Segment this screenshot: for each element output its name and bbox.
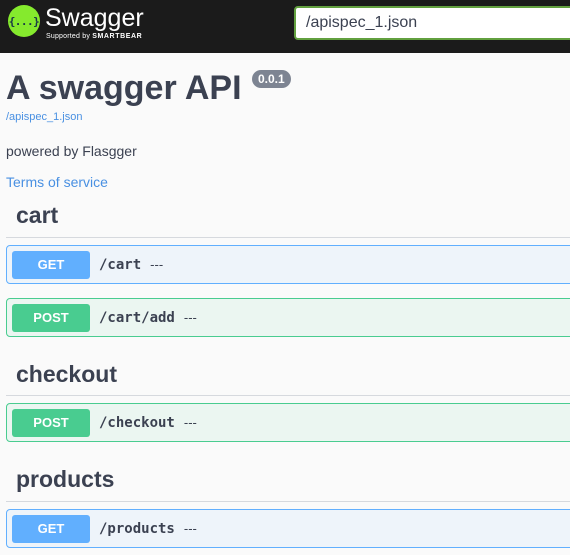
method-badge-get[interactable]: GET bbox=[12, 250, 90, 279]
page-title: A swagger API bbox=[6, 69, 242, 107]
brand-subtitle: Supported by SMARTBEAR bbox=[46, 33, 142, 40]
version-badge: 0.0.1 bbox=[252, 70, 291, 88]
operation-path[interactable]: /cart/add bbox=[99, 310, 175, 326]
terms-of-service-link[interactable]: Terms of service bbox=[6, 174, 108, 190]
opblock-get-products[interactable]: GET /products --- bbox=[6, 509, 570, 548]
method-badge-get[interactable]: GET bbox=[12, 514, 90, 543]
tag-divider bbox=[6, 237, 570, 238]
brand-name[interactable]: Swagger bbox=[45, 4, 144, 32]
operation-path[interactable]: /products bbox=[99, 521, 175, 537]
spec-link[interactable]: /apispec_1.json bbox=[6, 111, 82, 123]
method-badge-post[interactable]: POST bbox=[12, 303, 90, 332]
topbar: {...} Swagger Supported by SMARTBEAR bbox=[0, 0, 570, 53]
tag-heading-products[interactable]: products bbox=[16, 465, 114, 493]
operation-summary: --- bbox=[183, 521, 197, 536]
brand-subtitle-prefix: Supported by bbox=[46, 33, 91, 40]
swagger-logo-icon[interactable]: {...} bbox=[8, 5, 40, 37]
operation-summary: --- bbox=[183, 415, 197, 430]
tag-heading-cart[interactable]: cart bbox=[16, 201, 58, 229]
opblock-get-cart[interactable]: GET /cart --- bbox=[6, 245, 570, 284]
api-description: powered by Flasgger bbox=[6, 143, 137, 159]
tag-divider bbox=[6, 501, 570, 502]
brand-subtitle-company: SMARTBEAR bbox=[92, 33, 143, 40]
opblock-post-checkout[interactable]: POST /checkout --- bbox=[6, 403, 570, 442]
operation-summary: --- bbox=[183, 310, 197, 325]
logo-glyph: {...} bbox=[8, 14, 40, 28]
operation-summary: --- bbox=[150, 257, 164, 272]
tag-divider bbox=[6, 395, 570, 396]
spec-url-input[interactable] bbox=[294, 6, 570, 40]
operation-path[interactable]: /cart bbox=[99, 257, 141, 273]
method-badge-post[interactable]: POST bbox=[12, 408, 90, 437]
opblock-post-cart-add[interactable]: POST /cart/add --- bbox=[6, 298, 570, 337]
tag-heading-checkout[interactable]: checkout bbox=[16, 360, 117, 388]
operation-path[interactable]: /checkout bbox=[99, 415, 175, 431]
